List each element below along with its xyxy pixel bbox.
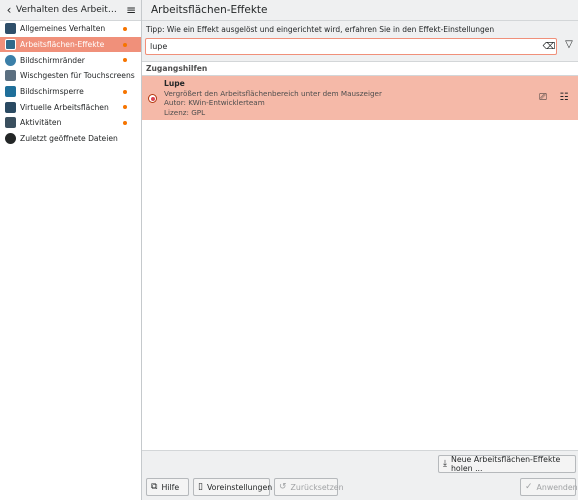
effect-row-lupe[interactable]: Lupe Vergrößert den Arbeitsflächenbereic… [142,76,578,120]
activities-icon [5,117,16,129]
sidebar-title: Verhalten des Arbeitsber... [16,5,121,15]
main-panel: Arbeitsflächen-Effekte Tipp: Wie ein Eff… [142,0,578,500]
hamburger-menu-icon[interactable]: ≡ [121,3,141,17]
chevron-left-icon[interactable]: ‹ [2,3,16,17]
sidebar-item-label: Bildschirmränder [20,55,85,65]
sidebar-item-virtual-desktops[interactable]: Virtuelle Arbeitsflächen [0,99,141,115]
apply-label: Anwenden [536,482,578,492]
effect-description: Vergrößert den Arbeitsflächenbereich unt… [164,88,382,98]
changed-dot [123,105,127,110]
help-icon: ⧉ [151,482,158,492]
configure-icon[interactable]: ☷ [558,92,570,104]
checkmark-icon: ✓ [525,482,533,492]
sidebar-item-desktop-effects[interactable]: Arbeitsflächen-Effekte [0,36,141,53]
reset-icon: ↺ [279,482,287,492]
sidebar-item-label: Wischgesten für Touchscreens [20,71,135,81]
recent-files-icon [5,133,16,145]
sidebar: ‹ Verhalten des Arbeitsber... ≡ Allgemei… [0,0,142,500]
search-input[interactable] [146,41,542,52]
changed-dot [123,120,127,125]
changed-dot [123,42,127,47]
tip-text: Tipp: Wie ein Effekt ausgelöst und einge… [146,25,495,34]
reset-label: Zurücksetzen [290,482,344,492]
help-label: Hilfe [161,482,180,492]
reset-button[interactable]: ↺ Zurücksetzen [274,478,344,496]
sidebar-item-label: Zuletzt geöffnete Dateien [20,134,118,144]
group-header: Zugangshilfen [142,62,578,76]
download-icon: ⤓ [443,459,447,469]
sidebar-item-screen-edges[interactable]: Bildschirmränder [0,52,141,68]
sidebar-item-touch-gestures[interactable]: Wischgesten für Touchscreens [0,68,141,84]
screen-edges-icon [5,54,16,66]
changed-dot [123,58,127,63]
filter-icon[interactable]: ▽ [563,39,575,53]
general-behavior-icon [5,23,16,35]
sidebar-item-label: Virtuelle Arbeitsflächen [20,102,109,112]
screen-lock-icon [5,86,16,98]
effect-name: Lupe [164,79,185,88]
sidebar-item-screen-lock[interactable]: Bildschirmsperre [0,84,141,100]
sidebar-item-label: Allgemeines Verhalten [20,24,106,34]
sidebar-item-label: Arbeitsflächen-Effekte [20,40,105,50]
help-button[interactable]: ⧉ Hilfe [146,478,189,496]
sidebar-item-recent-files[interactable]: Zuletzt geöffnete Dateien [0,131,141,147]
apply-button[interactable]: ✓ Anwenden [520,478,578,496]
effect-enable-radio[interactable] [148,94,157,103]
changed-dot [123,26,127,31]
sidebar-item-label: Aktivitäten [20,118,62,128]
defaults-icon: ▯ [198,482,203,492]
touch-gestures-icon [5,70,16,82]
defaults-label: Voreinstellungen [206,482,273,492]
effect-license: Lizenz: GPL [164,107,206,117]
page-title: Arbeitsflächen-Effekte [142,0,578,21]
sidebar-item-label: Bildschirmsperre [20,87,84,97]
get-new-effects-label: Neue Arbeitsflächen-Effekte holen ... [450,455,561,473]
effect-author: Autor: KWin-Entwicklerteam [164,98,265,107]
get-new-effects-button[interactable]: ⤓ Neue Arbeitsflächen-Effekte holen ... [438,455,576,473]
sidebar-item-general-behavior[interactable]: Allgemeines Verhalten [0,21,141,37]
effects-list: Zugangshilfen Lupe Vergrößert den Arbeit… [142,61,578,451]
virtual-desktops-icon [5,101,16,113]
clear-search-icon[interactable]: ⌫ [542,42,556,52]
sidebar-item-activities[interactable]: Aktivitäten [0,115,141,131]
sidebar-header: ‹ Verhalten des Arbeitsber... ≡ [0,0,141,21]
desktop-effects-icon [5,39,16,51]
video-icon[interactable]: ⎚ [537,92,549,104]
effect-text: Lupe Vergrößert den Arbeitsflächenbereic… [164,79,382,117]
search-field[interactable]: ⌫ [145,38,557,55]
changed-dot [123,89,127,94]
defaults-button[interactable]: ▯ Voreinstellungen [193,478,273,496]
